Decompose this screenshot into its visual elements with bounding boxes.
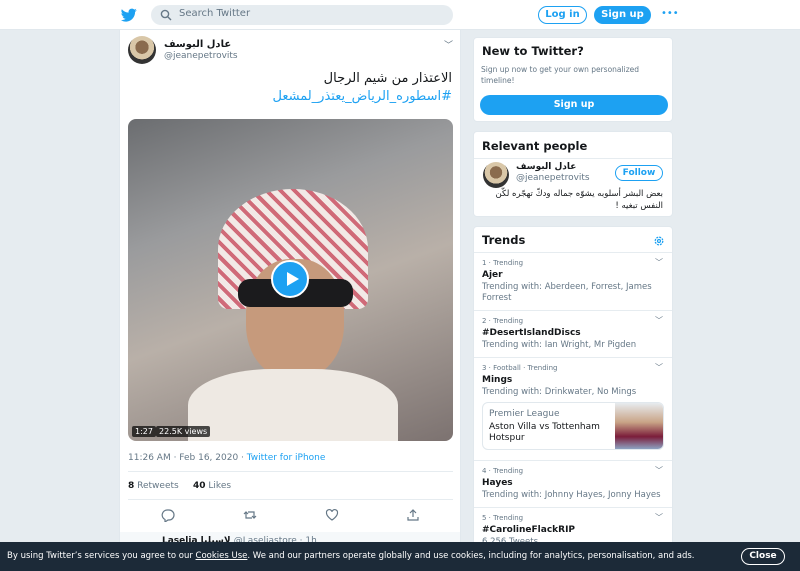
signup-button[interactable]: Sign up	[480, 95, 668, 115]
trend-related: Trending with: Ian Wright, Mr Pigden	[482, 340, 637, 350]
chevron-down-icon[interactable]: ﹀	[655, 315, 663, 326]
trend-related: Trending with: Aberdeen, Forrest, James …	[482, 282, 652, 303]
likes-stat[interactable]: 40 Likes	[193, 481, 231, 491]
chevron-down-icon[interactable]: ﹀	[655, 512, 663, 523]
tweet-detail-column: عادل البوسف @jeanepetrovits ﹀ الاعتذار م…	[119, 30, 461, 571]
trend-name: Hayes	[482, 478, 513, 488]
cookie-text-before: By using Twitter’s services you agree to…	[7, 551, 196, 561]
gear-icon[interactable]	[653, 235, 665, 247]
relevant-person-name[interactable]: عادل البوسف	[516, 162, 576, 172]
relevant-people-title: Relevant people	[482, 139, 588, 153]
new-to-twitter-title: New to Twitter?	[482, 44, 584, 58]
search-icon	[160, 9, 172, 21]
retweets-label: Retweets	[134, 481, 179, 491]
chevron-down-icon[interactable]: ﹀	[655, 465, 663, 476]
chevron-down-icon[interactable]: ﹀	[655, 257, 663, 268]
divider	[474, 158, 672, 159]
trend-name: Mings	[482, 375, 513, 385]
trend-item[interactable]: 3 · Football · Trending ﹀ Mings Trending…	[474, 357, 672, 460]
trend-item[interactable]: 2 · Trending ﹀ #DesertIslandDiscs Trendi…	[474, 310, 672, 357]
signup-button[interactable]: Sign up	[594, 6, 651, 24]
video-duration-badge: 1:27	[132, 426, 156, 437]
likes-count: 40	[193, 481, 206, 491]
relevant-people-card: Relevant people عادل البوسف @jeanepetrov…	[473, 131, 673, 217]
tweet-stats: 8 Retweets 40 Likes	[128, 481, 231, 491]
trend-name: #DesertIslandDiscs	[482, 328, 581, 338]
share-icon[interactable]	[406, 508, 420, 522]
trend-meta: 3 · Football · Trending	[482, 364, 558, 372]
login-button[interactable]: Log in	[538, 6, 587, 24]
new-to-twitter-description: Sign up now to get your own personalized…	[481, 65, 640, 85]
video-player[interactable]: 1:27 22.5K views	[128, 119, 453, 441]
event-source: Premier League	[489, 409, 560, 419]
author-avatar[interactable]	[128, 36, 156, 64]
retweets-stat[interactable]: 8 Retweets	[128, 481, 179, 491]
author-name[interactable]: عادل البوسف	[164, 39, 231, 50]
tweet-text-line: الاعتذار من شيم الرجال	[323, 71, 452, 86]
search-placeholder: Search Twitter	[179, 8, 251, 19]
author-handle[interactable]: @jeanepetrovits	[164, 51, 238, 61]
tweet-source-link[interactable]: Twitter for iPhone	[247, 453, 326, 463]
tweet-time-date[interactable]: 11:26 AM · Feb 16, 2020 ·	[128, 453, 247, 463]
event-title: Aston Villa vs Tottenham Hotspur	[489, 422, 600, 443]
trend-meta: 2 · Trending	[482, 317, 524, 325]
reply-icon[interactable]	[161, 508, 175, 522]
tweet-actions	[120, 508, 460, 524]
video-thumbnail-robe	[188, 369, 398, 441]
top-navigation-bar: Search Twitter Log in Sign up •••	[0, 0, 800, 30]
relevant-person-avatar[interactable]	[483, 162, 509, 188]
trend-meta: 5 · Trending	[482, 514, 524, 522]
play-icon[interactable]	[271, 260, 309, 298]
video-views-badge: 22.5K views	[156, 426, 211, 437]
relevant-person-handle[interactable]: @jeanepetrovits	[516, 173, 590, 183]
cookie-text-after: . We and our partners operate globally a…	[247, 551, 695, 561]
search-input[interactable]: Search Twitter	[151, 5, 453, 25]
trends-card: Trends 1 · Trending ﹀ Ajer Trending with…	[473, 226, 673, 556]
trends-title: Trends	[482, 233, 526, 247]
chevron-down-icon[interactable]: ﹀	[655, 362, 663, 373]
close-button[interactable]: Close	[741, 548, 785, 565]
divider	[128, 471, 453, 472]
trend-item[interactable]: 1 · Trending ﹀ Ajer Trending with: Aberd…	[474, 252, 672, 310]
trend-name: Ajer	[482, 270, 503, 280]
retweet-icon[interactable]	[243, 508, 257, 522]
event-thumbnail	[615, 403, 663, 449]
divider	[128, 499, 453, 500]
trend-related: Trending with: Drinkwater, No Mings	[482, 387, 637, 397]
trend-item[interactable]: 4 · Trending ﹀ Hayes Trending with: John…	[474, 460, 672, 507]
new-to-twitter-card: New to Twitter? Sign up now to get your …	[473, 37, 673, 122]
tweet-hashtag-link[interactable]: #اسطوره_الرياض_يعتذر_لمشعل	[132, 88, 452, 106]
more-options-icon[interactable]: •••	[661, 8, 679, 19]
cookies-use-link[interactable]: Cookies Use	[196, 551, 248, 561]
trend-name: #CarolineFlackRIP	[482, 525, 576, 535]
trend-meta: 4 · Trending	[482, 467, 524, 475]
cookie-consent-bar: By using Twitter’s services you agree to…	[0, 542, 800, 571]
tweet-text: الاعتذار من شيم الرجال #اسطوره_الرياض_يع…	[132, 70, 452, 106]
trend-event-card[interactable]: Premier League Aston Villa vs Tottenham …	[482, 402, 664, 450]
like-icon[interactable]	[325, 508, 339, 522]
relevant-person-bio: بعض البشر أسلوبه يشوّه جماله ودكّ تهجّره…	[495, 189, 663, 211]
likes-label: Likes	[205, 481, 232, 491]
trend-meta: 1 · Trending	[482, 259, 524, 267]
chevron-down-icon[interactable]: ﹀	[444, 38, 453, 51]
tweet-timestamp: 11:26 AM · Feb 16, 2020 · Twitter for iP…	[128, 453, 325, 463]
follow-button[interactable]: Follow	[615, 165, 663, 181]
trend-related: Trending with: Johnny Hayes, Jonny Hayes	[482, 490, 661, 500]
twitter-bird-icon[interactable]	[121, 7, 137, 23]
cookie-notice-text: By using Twitter’s services you agree to…	[7, 551, 695, 561]
